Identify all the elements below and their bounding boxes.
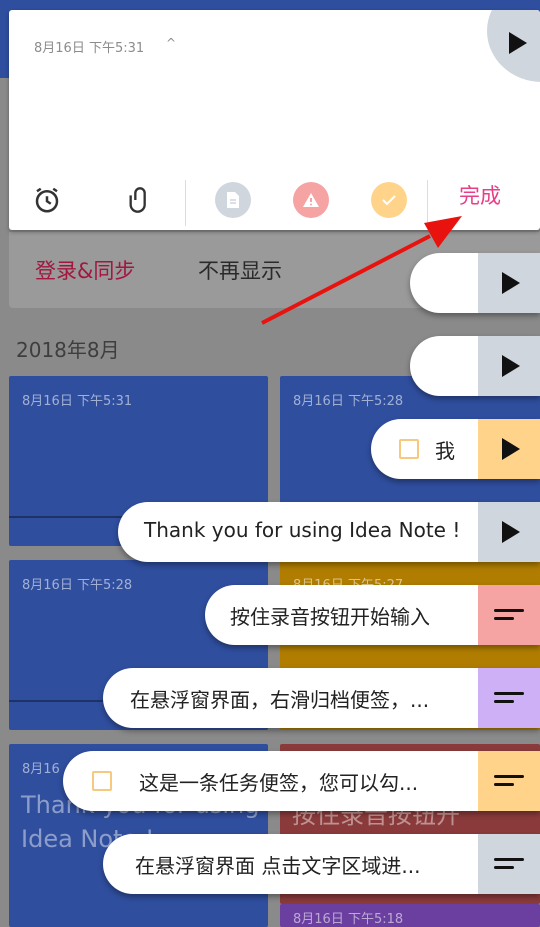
note-card-date: 8月16日 下午5:31 [22,394,133,409]
play-icon [509,32,527,54]
bubble-cap[interactable] [478,834,540,894]
bubble-cap[interactable] [478,502,540,562]
floating-note-bubble[interactable]: 在悬浮窗界面 点击文字区域进... [103,834,540,894]
text-lines-icon [494,775,524,791]
text-lines-icon [494,692,524,708]
color-yellow-button[interactable] [369,180,409,220]
play-icon [502,355,520,377]
bubble-cap[interactable] [478,751,540,811]
color-red-button[interactable] [291,180,331,220]
bubble-cap[interactable] [478,336,540,396]
note-card-date: 8月16日 下午5:28 [293,394,404,409]
attach-button[interactable] [120,180,160,220]
login-sync-button[interactable]: 登录&同步 [35,255,135,285]
play-icon [502,521,520,543]
note-card-date: 8月16 [22,762,60,777]
note-card-date: 8月16日 下午5:18 [293,912,404,927]
warning-icon [293,182,329,218]
text-lines-icon [494,609,524,625]
note-card[interactable]: 8月16日 下午5:18 [280,904,540,927]
task-checkbox[interactable] [92,771,112,791]
floating-task-bubble[interactable]: 我 [371,419,540,479]
dont-show-again-button[interactable]: 不再显示 [198,255,282,285]
paperclip-icon [129,187,146,213]
task-checkbox[interactable] [399,439,419,459]
note-card-date: 8月16日 下午5:28 [22,578,133,593]
color-gray-button[interactable] [213,180,253,220]
bubble-text: 在悬浮窗界面，右滑归档便签，... [130,688,430,712]
toolbar-divider [427,180,428,226]
alarm-icon [35,187,59,213]
floating-note-bubble[interactable]: 在悬浮窗界面，右滑归档便签，... [103,668,540,728]
check-icon [371,182,407,218]
editor-date: 8月16日 下午5:31 [34,41,145,56]
bubble-text: 我 [435,439,455,463]
bubble-text: 这是一条任务便签，您可以勾... [139,771,419,795]
bubble-cap[interactable] [478,668,540,728]
bubble-cap[interactable] [478,585,540,645]
text-lines-icon [494,858,524,874]
bubble-text: Thank you for using Idea Note ! [144,518,461,542]
floating-note-bubble[interactable]: Thank you for using Idea Note ! [118,502,540,562]
bubble-cap[interactable] [478,419,540,479]
chevron-up-icon[interactable]: ^ [166,36,176,50]
floating-note-bubble[interactable] [410,253,540,313]
done-button[interactable]: 完成 [459,180,501,210]
note-editor: 8月16日 下午5:31 ^ 完成 [9,10,540,230]
month-header: 2018年8月 [16,338,120,362]
bubble-cap[interactable] [478,253,540,313]
floating-note-bubble[interactable]: 按住录音按钮开始输入 [205,585,540,645]
bubble-text: 按住录音按钮开始输入 [230,605,430,629]
note-icon [215,182,251,218]
toolbar-divider [185,180,186,226]
play-icon [502,438,520,460]
floating-note-bubble[interactable] [410,336,540,396]
floating-task-bubble[interactable]: 这是一条任务便签，您可以勾... [63,751,540,811]
bubble-text: 在悬浮窗界面 点击文字区域进... [135,854,421,878]
play-icon [502,272,520,294]
alarm-button[interactable] [27,180,67,220]
